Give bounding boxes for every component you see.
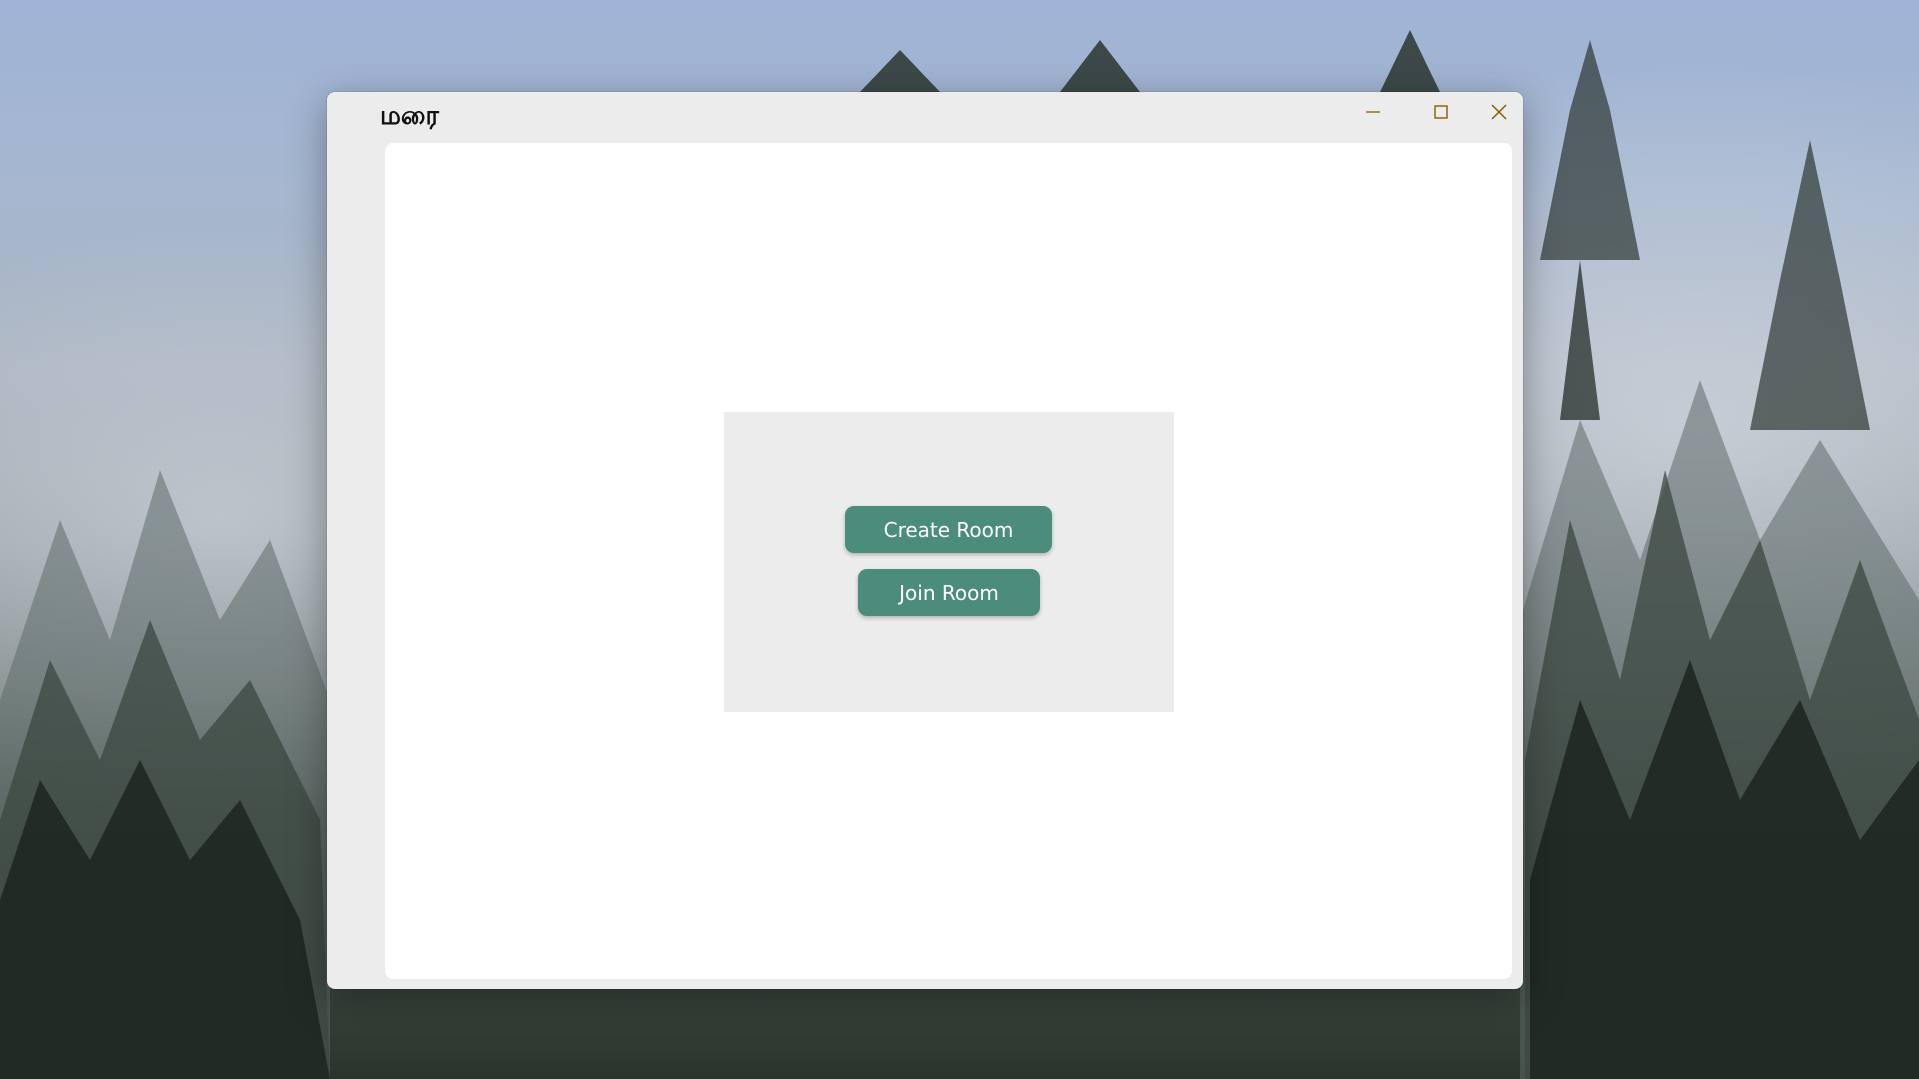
app-title: மரை <box>380 101 439 131</box>
maximize-icon <box>1433 104 1449 120</box>
maximize-button[interactable] <box>1407 92 1475 132</box>
app-window: மரை Create Room Join Room <box>327 92 1523 989</box>
close-button[interactable] <box>1475 92 1523 132</box>
create-room-button[interactable]: Create Room <box>845 506 1052 553</box>
room-actions-panel: Create Room Join Room <box>724 412 1174 712</box>
join-room-button[interactable]: Join Room <box>858 569 1040 616</box>
desktop: மரை Create Room Join Room <box>0 0 1919 1079</box>
main-content: Create Room Join Room <box>385 143 1512 979</box>
close-icon <box>1490 103 1508 121</box>
title-bar[interactable]: மரை <box>327 92 1523 142</box>
minimize-icon <box>1365 104 1381 120</box>
minimize-button[interactable] <box>1339 92 1407 132</box>
